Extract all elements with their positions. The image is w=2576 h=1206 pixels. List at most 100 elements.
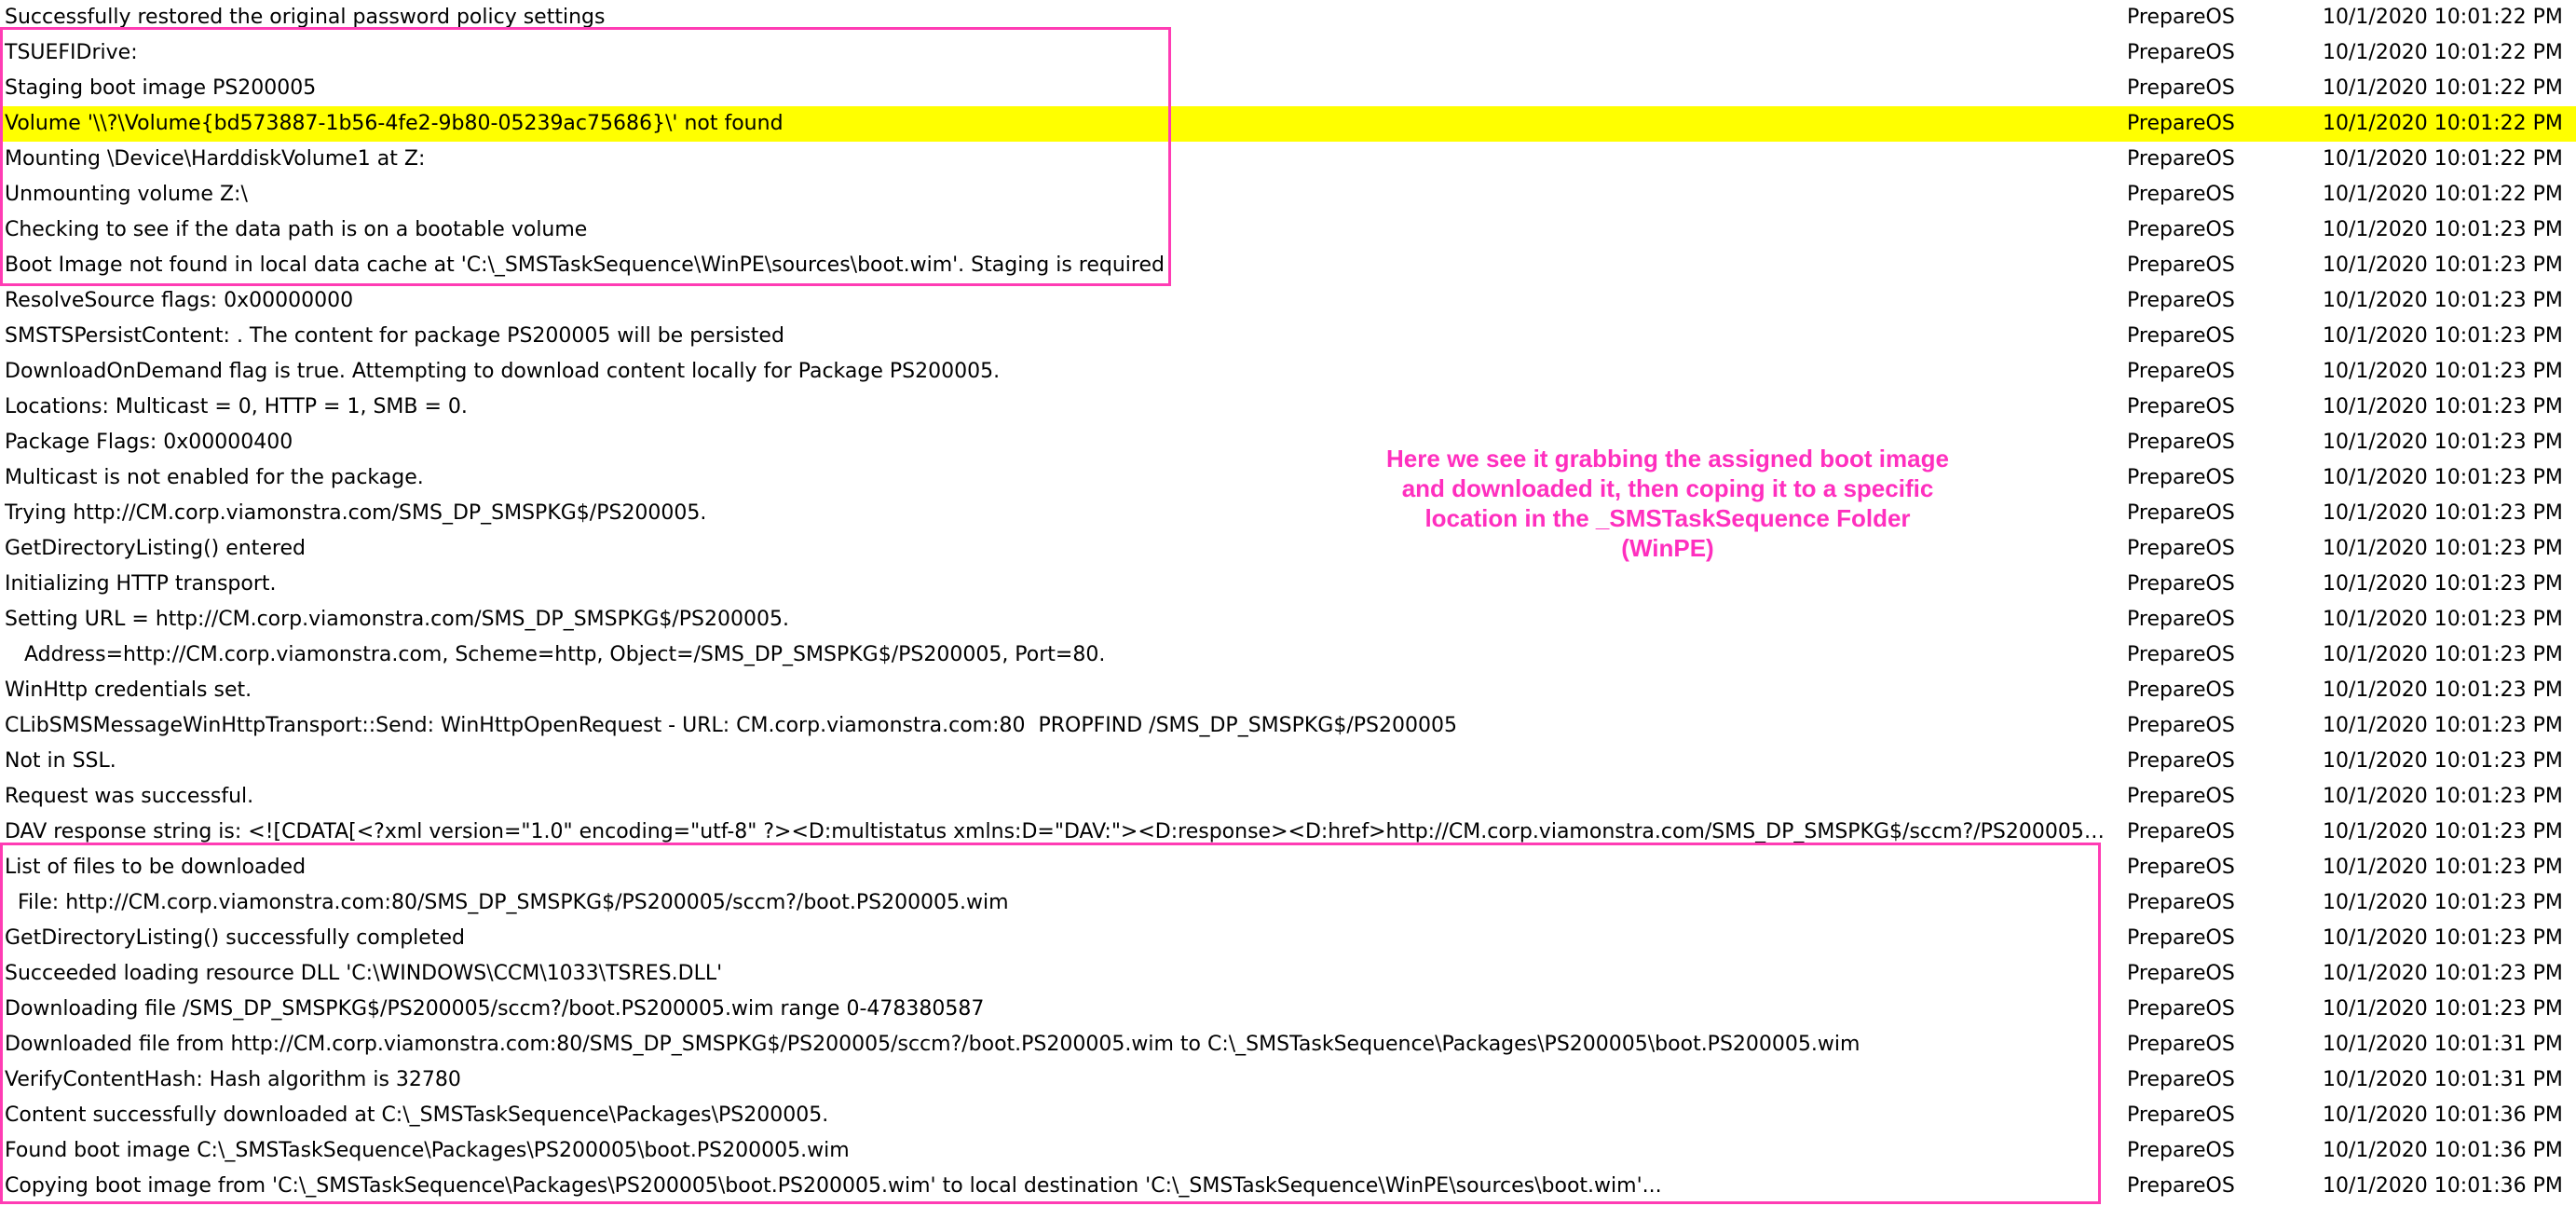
- log-row[interactable]: WinHttp credentials set. PrepareOS 10/1/20…: [0, 673, 2576, 708]
- log-time: 10/1/2020 10:01:23 PM: [2323, 891, 2563, 914]
- log-row[interactable]: List of files to be downloaded PrepareOS 1…: [0, 850, 2576, 885]
- log-time: 10/1/2020 10:01:23 PM: [2323, 395, 2563, 418]
- log-component: PrepareOS: [2127, 891, 2235, 914]
- log-message: Setting URL = http://CM.corp.viamonstra.…: [5, 608, 789, 631]
- log-component: PrepareOS: [2127, 147, 2235, 171]
- log-time: 10/1/2020 10:01:23 PM: [2323, 431, 2563, 454]
- log-component: PrepareOS: [2127, 997, 2235, 1021]
- log-message: TSUEFIDrive:: [5, 41, 138, 64]
- log-component: PrepareOS: [2127, 289, 2235, 312]
- log-time: 10/1/2020 10:01:23 PM: [2323, 926, 2563, 950]
- annotation-text: Here we see it grabbing the assigned boo…: [1386, 445, 1949, 562]
- log-message: Volume '\\?\Volume{bd573887-1b56-4fe2-9b…: [5, 112, 784, 135]
- log-message: Succeeded loading resource DLL 'C:\WINDO…: [5, 962, 723, 985]
- log-row[interactable]: Unmounting volume Z:\ PrepareOS 10/1/2020 …: [0, 177, 2576, 212]
- log-row[interactable]: Initializing HTTP transport. PrepareOS 10/…: [0, 567, 2576, 602]
- log-message: DAV response string is: <![CDATA[<?xml v…: [5, 820, 2110, 843]
- log-row[interactable]: Copying boot image from 'C:\_SMSTaskSequ…: [0, 1169, 2576, 1204]
- log-component: PrepareOS: [2127, 431, 2235, 454]
- log-component: PrepareOS: [2127, 466, 2235, 489]
- log-row[interactable]: DAV response string is: <![CDATA[<?xml v…: [0, 815, 2576, 850]
- log-time: 10/1/2020 10:01:23 PM: [2323, 749, 2563, 773]
- log-message: VerifyContentHash: Hash algorithm is 327…: [5, 1068, 461, 1091]
- log-time: 10/1/2020 10:01:23 PM: [2323, 643, 2563, 666]
- log-message: Address=http://CM.corp.viamonstra.com, S…: [5, 643, 1106, 666]
- log-component: PrepareOS: [2127, 324, 2235, 348]
- log-message: Request was successful.: [5, 785, 254, 808]
- log-row[interactable]: Successfully restored the original passw…: [0, 0, 2576, 35]
- log-message: Copying boot image from 'C:\_SMSTaskSequ…: [5, 1174, 1662, 1198]
- log-message: Initializing HTTP transport.: [5, 572, 277, 596]
- log-message: SMSTSPersistContent: . The content for p…: [5, 324, 784, 348]
- log-message: Locations: Multicast = 0, HTTP = 1, SMB …: [5, 395, 468, 418]
- log-time: 10/1/2020 10:01:22 PM: [2323, 76, 2563, 100]
- log-message: Boot Image not found in local data cache…: [5, 254, 1165, 277]
- log-row[interactable]: ResolveSource flags: 0x00000000 PrepareOS…: [0, 283, 2576, 319]
- log-component: PrepareOS: [2127, 41, 2235, 64]
- log-component: PrepareOS: [2127, 1139, 2235, 1162]
- log-row[interactable]: Mounting \Device\HarddiskVolume1 at Z: Pr…: [0, 142, 2576, 177]
- log-row[interactable]: Checking to see if the data path is on a…: [0, 212, 2576, 248]
- log-time: 10/1/2020 10:01:36 PM: [2323, 1174, 2563, 1198]
- log-message: Not in SSL.: [5, 749, 116, 773]
- log-row[interactable]: Downloaded file from http://CM.corp.viam…: [0, 1027, 2576, 1062]
- log-time: 10/1/2020 10:01:22 PM: [2323, 147, 2563, 171]
- log-time: 10/1/2020 10:01:22 PM: [2323, 112, 2563, 135]
- log-message: Successfully restored the original passw…: [5, 6, 606, 29]
- log-component: PrepareOS: [2127, 76, 2235, 100]
- log-message: Downloaded file from http://CM.corp.viam…: [5, 1033, 1860, 1056]
- log-time: 10/1/2020 10:01:23 PM: [2323, 537, 2563, 560]
- log-row[interactable]: GetDirectoryListing() entered PrepareOS 10…: [0, 531, 2576, 567]
- log-row[interactable]: Succeeded loading resource DLL 'C:\WINDO…: [0, 956, 2576, 992]
- log-row[interactable]: Address=http://CM.corp.viamonstra.com, S…: [0, 637, 2576, 673]
- log-row[interactable]: Boot Image not found in local data cache…: [0, 248, 2576, 283]
- log-time: 10/1/2020 10:01:23 PM: [2323, 785, 2563, 808]
- log-row[interactable]: Trying http://CM.corp.viamonstra.com/SMS…: [0, 496, 2576, 531]
- log-time: 10/1/2020 10:01:23 PM: [2323, 218, 2563, 241]
- log-row[interactable]: VerifyContentHash: Hash algorithm is 327…: [0, 1062, 2576, 1098]
- log-time: 10/1/2020 10:01:22 PM: [2323, 183, 2563, 206]
- log-component: PrepareOS: [2127, 183, 2235, 206]
- log-component: PrepareOS: [2127, 608, 2235, 631]
- log-list: Successfully restored the original passw…: [0, 0, 2576, 1204]
- log-row[interactable]: Setting URL = http://CM.corp.viamonstra.…: [0, 602, 2576, 637]
- log-component: PrepareOS: [2127, 749, 2235, 773]
- log-row[interactable]: Multicast is not enabled for the package…: [0, 460, 2576, 496]
- log-time: 10/1/2020 10:01:23 PM: [2323, 608, 2563, 631]
- log-row[interactable]: Downloading file /SMS_DP_SMSPKG$/PS20000…: [0, 992, 2576, 1027]
- log-row[interactable]: Content successfully downloaded at C:\_S…: [0, 1098, 2576, 1133]
- log-row[interactable]: Not in SSL. PrepareOS 10/1/2020 10:01:23 P…: [0, 744, 2576, 779]
- log-component: PrepareOS: [2127, 537, 2235, 560]
- log-time: 10/1/2020 10:01:23 PM: [2323, 856, 2563, 879]
- log-component: PrepareOS: [2127, 572, 2235, 596]
- log-time: 10/1/2020 10:01:23 PM: [2323, 997, 2563, 1021]
- log-row[interactable]: DownloadOnDemand flag is true. Attemptin…: [0, 354, 2576, 390]
- log-row[interactable]: CLibSMSMessageWinHttpTransport::Send: Wi…: [0, 708, 2576, 744]
- log-time: 10/1/2020 10:01:22 PM: [2323, 41, 2563, 64]
- log-message: Unmounting volume Z:\: [5, 183, 248, 206]
- log-message: Found boot image C:\_SMSTaskSequence\Pac…: [5, 1139, 850, 1162]
- log-row[interactable]: Locations: Multicast = 0, HTTP = 1, SMB …: [0, 390, 2576, 425]
- log-row[interactable]: Request was successful. PrepareOS 10/1/202…: [0, 779, 2576, 815]
- log-component: PrepareOS: [2127, 926, 2235, 950]
- log-row[interactable]: SMSTSPersistContent: . The content for p…: [0, 319, 2576, 354]
- log-component: PrepareOS: [2127, 501, 2235, 525]
- log-row[interactable]: Package Flags: 0x00000400 PrepareOS 10/1/2…: [0, 425, 2576, 460]
- log-component: PrepareOS: [2127, 360, 2235, 383]
- log-component: PrepareOS: [2127, 714, 2235, 737]
- log-row[interactable]: Found boot image C:\_SMSTaskSequence\Pac…: [0, 1133, 2576, 1169]
- log-time: 10/1/2020 10:01:23 PM: [2323, 324, 2563, 348]
- log-time: 10/1/2020 10:01:23 PM: [2323, 572, 2563, 596]
- log-component: PrepareOS: [2127, 1068, 2235, 1091]
- log-row-highlighted[interactable]: Volume '\\?\Volume{bd573887-1b56-4fe2-9b…: [0, 106, 2576, 142]
- log-message: Mounting \Device\HarddiskVolume1 at Z:: [5, 147, 426, 171]
- log-component: PrepareOS: [2127, 1174, 2235, 1198]
- log-component: PrepareOS: [2127, 112, 2235, 135]
- log-component: PrepareOS: [2127, 856, 2235, 879]
- log-message: DownloadOnDemand flag is true. Attemptin…: [5, 360, 1001, 383]
- log-row[interactable]: TSUEFIDrive: PrepareOS 10/1/2020 10:01:22 …: [0, 35, 2576, 71]
- log-row[interactable]: Staging boot image PS200005 PrepareOS 10/1…: [0, 71, 2576, 106]
- log-row[interactable]: GetDirectoryListing() successfully compl…: [0, 921, 2576, 956]
- log-row[interactable]: File: http://CM.corp.viamonstra.com:80/S…: [0, 885, 2576, 921]
- log-component: PrepareOS: [2127, 395, 2235, 418]
